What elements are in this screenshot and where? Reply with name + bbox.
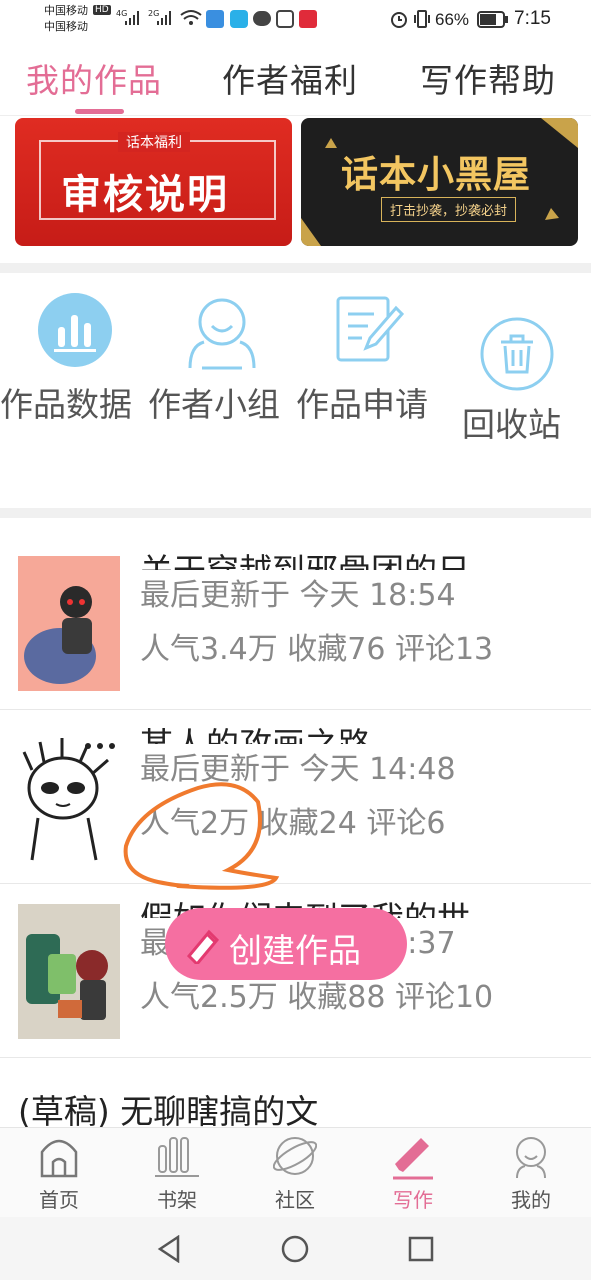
banner-title: 话本小黑屋 bbox=[341, 153, 531, 196]
tool-label: 作品申请 bbox=[296, 385, 428, 424]
orange-annotation-circle bbox=[123, 782, 280, 890]
work-cover bbox=[18, 556, 120, 691]
banner-small-text: 话本福利 bbox=[118, 132, 190, 152]
tab-writing-help[interactable]: 写作帮助 bbox=[420, 54, 556, 102]
tool-label: 回收站 bbox=[462, 405, 561, 444]
message-icon bbox=[253, 11, 271, 26]
work-stats: 人气3.4万 收藏76 评论13 bbox=[140, 632, 494, 667]
app-notification-icon-3 bbox=[276, 10, 294, 28]
status-bar: 中国移动 中国移动 HD 4G 2G 66% 7:15 bbox=[0, 0, 591, 40]
tool-author-group[interactable]: 作者小组 bbox=[148, 280, 288, 490]
create-work-label: 创建作品 bbox=[229, 931, 361, 970]
work-cover bbox=[18, 730, 120, 865]
top-tabs: 我的作品 作者福利 写作帮助 bbox=[0, 40, 591, 116]
tool-recycle-bin[interactable]: 回收站 bbox=[462, 280, 591, 490]
wifi-icon bbox=[180, 10, 202, 25]
system-nav-bar bbox=[0, 1217, 591, 1280]
home-circle-icon[interactable] bbox=[281, 1235, 309, 1263]
draft-item[interactable]: (草稿) 无聊瞎搞的文 bbox=[18, 1085, 578, 1127]
group-icon bbox=[188, 298, 256, 370]
cover-illustration bbox=[24, 586, 96, 684]
list-item[interactable]: 关于穿越到邪骨团的日 最后更新于 今天 18:54 人气3.4万 收藏76 评论… bbox=[0, 536, 591, 710]
battery-icon bbox=[477, 11, 508, 28]
pencil-icon bbox=[186, 929, 220, 964]
vibrate-icon bbox=[414, 10, 430, 28]
battery-percent: 66% bbox=[435, 10, 470, 29]
alarm-icon bbox=[391, 12, 407, 28]
tool-works-apply[interactable]: 作品申请 bbox=[296, 280, 436, 490]
banner-title: 审核说明 bbox=[61, 172, 229, 218]
create-work-button[interactable]: 创建作品 bbox=[165, 908, 407, 980]
carrier-1: 中国移动 bbox=[44, 4, 88, 17]
tab-author-benefits[interactable]: 作者福利 bbox=[222, 54, 358, 102]
banner-subtitle: 打击抄袭，抄袭必封 bbox=[381, 197, 517, 222]
nav-community[interactable]: 社区 bbox=[236, 1128, 354, 1218]
tool-label: 作品数据 bbox=[0, 385, 132, 424]
pen-icon bbox=[393, 1138, 433, 1180]
clock: 7:15 bbox=[514, 8, 551, 29]
chart-icon bbox=[38, 293, 112, 367]
hd-badge: HD bbox=[93, 5, 111, 15]
tab-active-indicator bbox=[75, 109, 124, 114]
nav-label: 我的 bbox=[511, 1188, 551, 1212]
nav-label: 书架 bbox=[157, 1188, 197, 1212]
list-item[interactable]: 某人的孜画之路 最后更新于 今天 14:48 人气2万 收藏24 评论6 bbox=[0, 710, 591, 884]
nav-label: 首页 bbox=[39, 1188, 79, 1212]
edit-doc-icon bbox=[336, 296, 404, 362]
draft-title: (草稿) 无聊瞎搞的文 bbox=[18, 1092, 319, 1127]
divider bbox=[0, 508, 591, 518]
recents-icon[interactable] bbox=[408, 1236, 434, 1262]
profile-icon bbox=[516, 1137, 546, 1179]
work-cover bbox=[18, 904, 120, 1039]
app-notification-icon bbox=[206, 10, 224, 28]
bookshelf-icon bbox=[155, 1137, 199, 1177]
carrier-2: 中国移动 bbox=[44, 20, 88, 33]
trash-icon bbox=[480, 317, 554, 391]
home-icon bbox=[40, 1139, 78, 1178]
cover-illustration bbox=[22, 738, 115, 861]
tab-my-works[interactable]: 我的作品 bbox=[26, 54, 162, 102]
nav-label: 社区 bbox=[275, 1188, 315, 1212]
app-notification-icon-2 bbox=[230, 10, 248, 28]
divider bbox=[0, 263, 591, 273]
nav-home[interactable]: 首页 bbox=[0, 1128, 118, 1218]
nav-bookshelf[interactable]: 书架 bbox=[118, 1128, 236, 1218]
nav-write[interactable]: 写作 bbox=[354, 1128, 472, 1218]
signal-icon bbox=[125, 11, 139, 25]
work-updated: 最后更新于 今天 18:54 bbox=[140, 578, 456, 613]
bottom-nav: 首页 书架 社区 写作 我的 bbox=[0, 1127, 591, 1217]
tool-works-data[interactable]: 作品数据 bbox=[0, 280, 140, 490]
nav-label: 写作 bbox=[393, 1188, 433, 1212]
signal-icon-2 bbox=[157, 11, 171, 25]
banner-review-guide[interactable]: 话本福利 审核说明 bbox=[15, 118, 292, 246]
banner-blacklist[interactable]: 话本小黑屋 打击抄袭，抄袭必封 bbox=[301, 118, 578, 246]
cover-illustration bbox=[18, 904, 120, 1039]
back-icon[interactable] bbox=[156, 1235, 182, 1263]
app-notification-icon-4 bbox=[299, 10, 317, 28]
planet-icon bbox=[273, 1137, 317, 1175]
tool-label: 作者小组 bbox=[148, 385, 280, 424]
work-title: 关于穿越到邪骨团的日 bbox=[140, 536, 560, 570]
work-title: 某人的孜画之路 bbox=[140, 710, 560, 744]
nav-profile[interactable]: 我的 bbox=[472, 1128, 590, 1218]
